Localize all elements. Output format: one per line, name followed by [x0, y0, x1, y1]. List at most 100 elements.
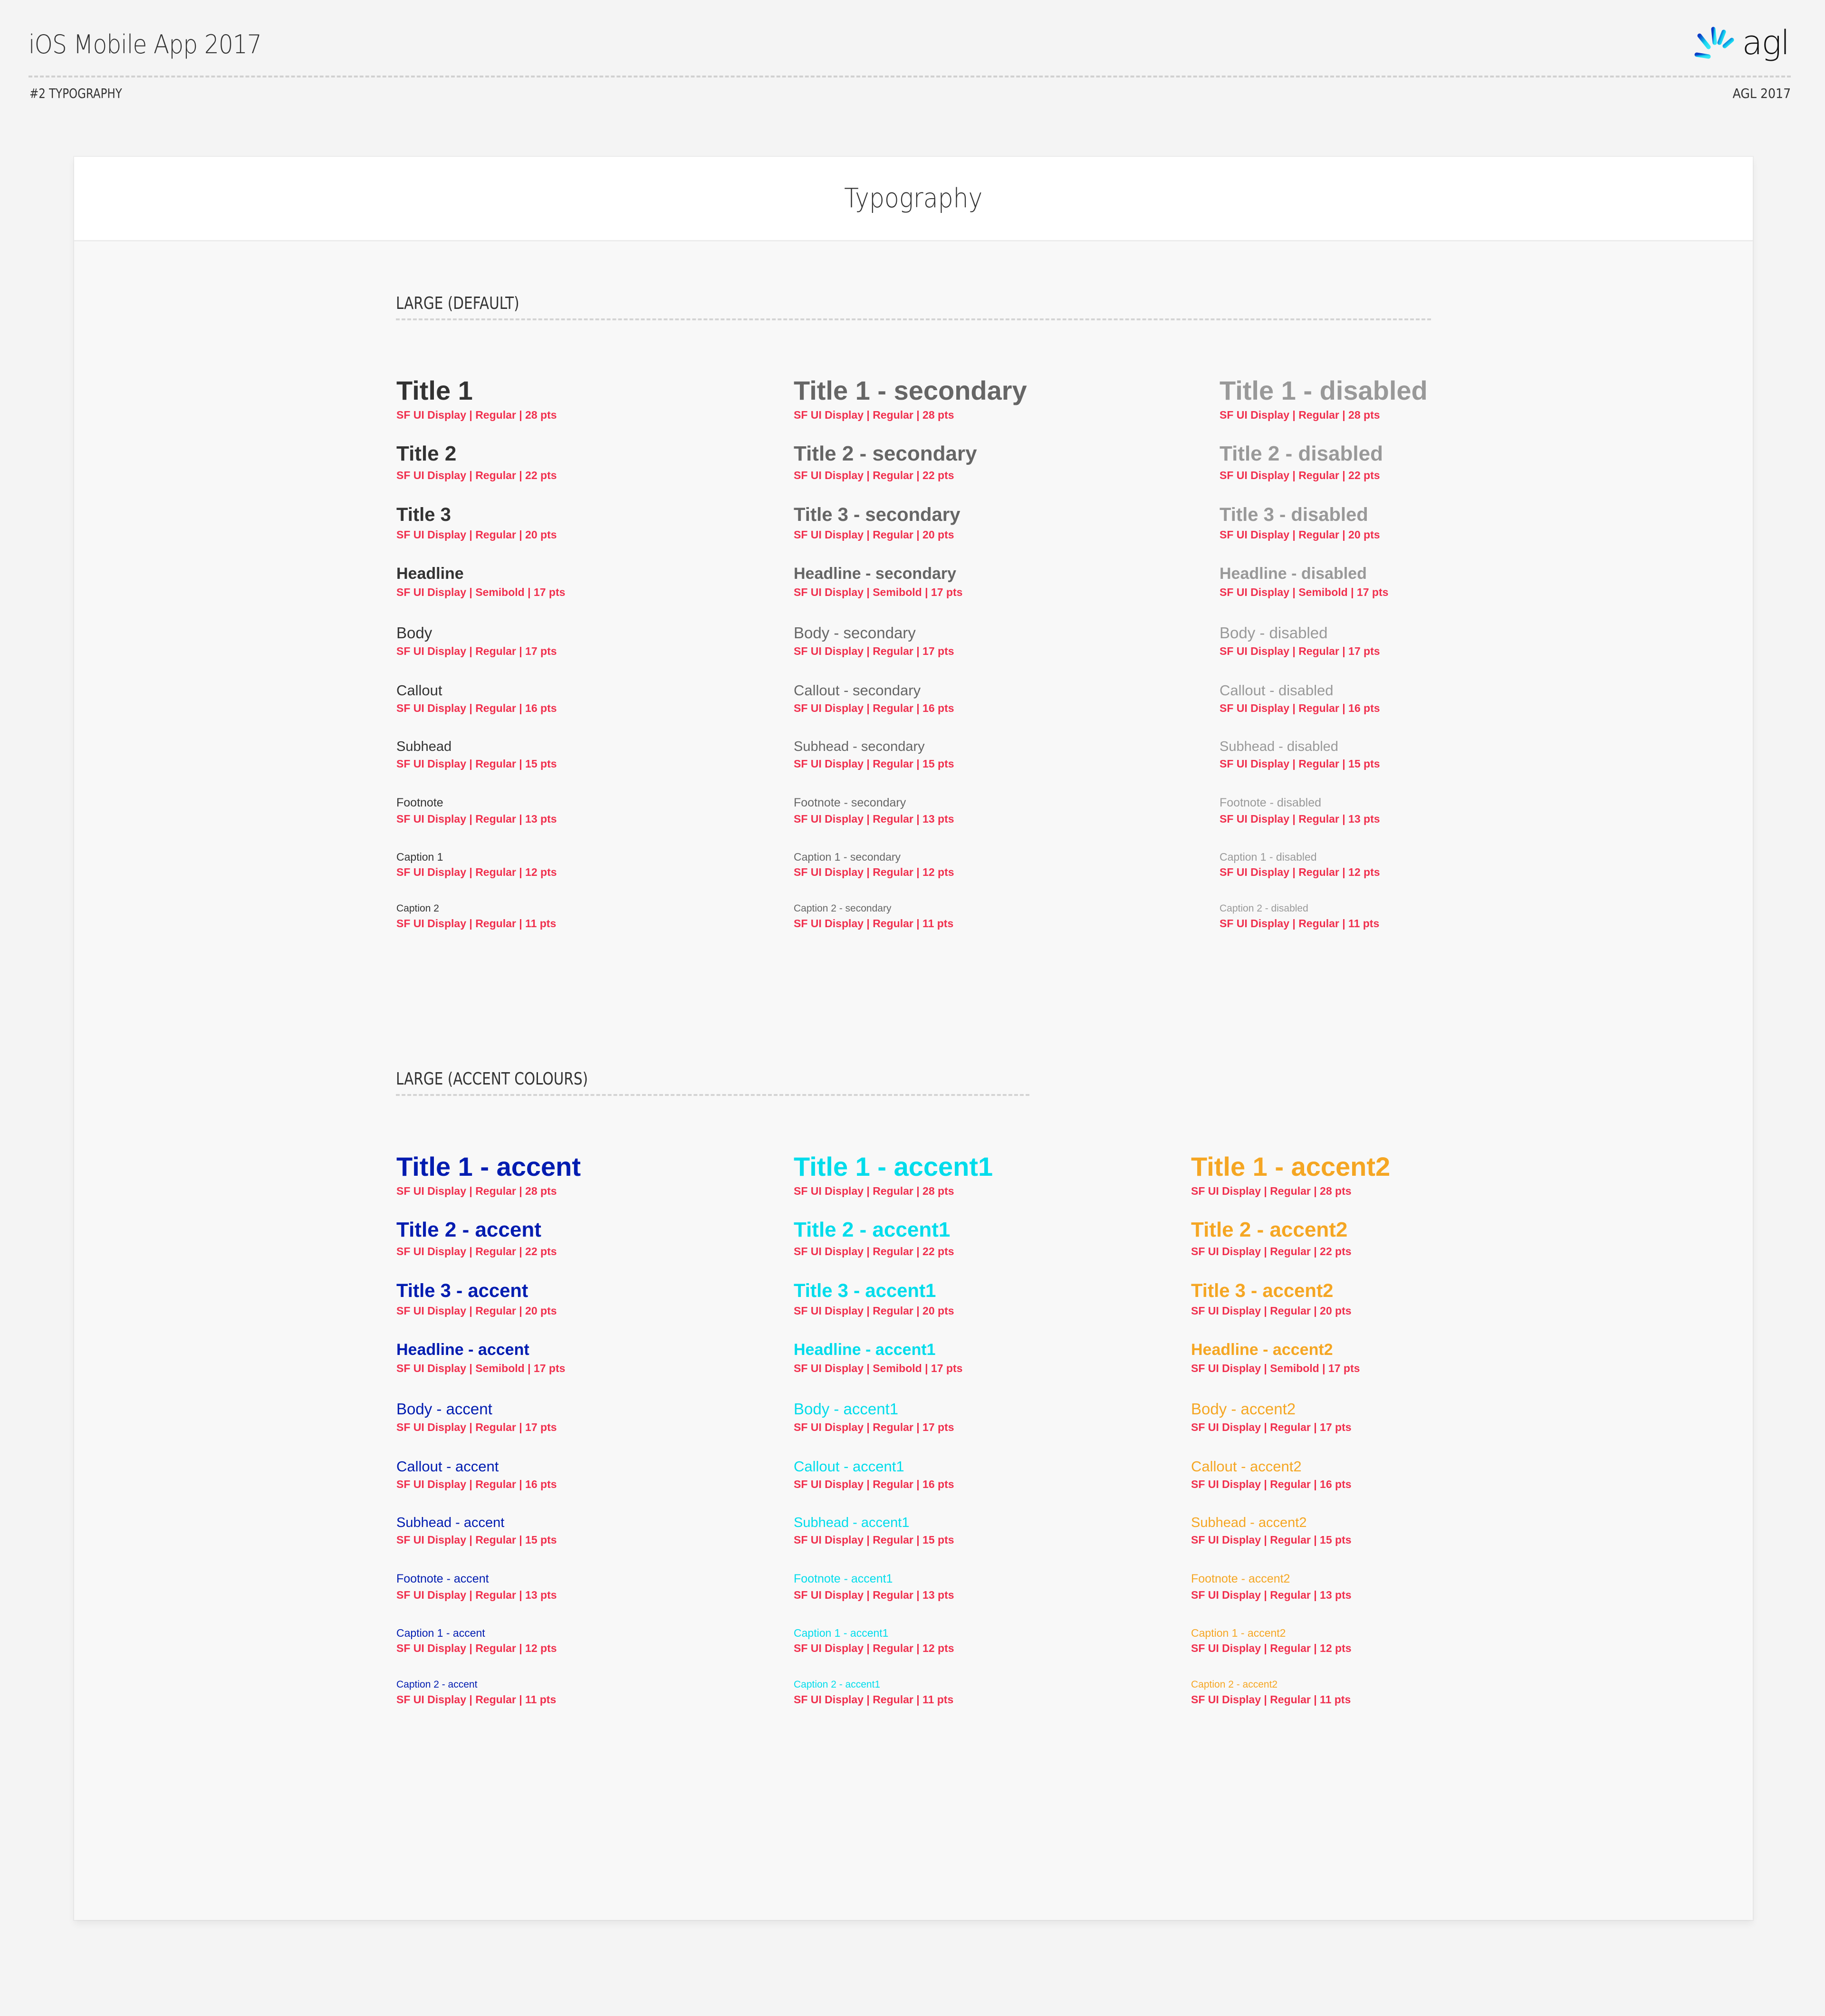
style-spec-label: SF UI Display | Semibold | 17 pts: [794, 586, 963, 599]
style-sample-text: Body: [396, 624, 432, 642]
type-style-accent2-caption2: Caption 2 - accent2 SF UI Display | Regul…: [1191, 1679, 1351, 1706]
style-sample-text: Headline - accent1: [794, 1341, 936, 1359]
style-sample-text: Callout - accent1: [794, 1458, 904, 1475]
style-spec-label: SF UI Display | Regular | 12 pts: [1220, 866, 1380, 879]
type-style-accent1-callout: Callout - accent1 SF UI Display | Regular…: [794, 1458, 954, 1490]
style-sample-text: Callout - disabled: [1220, 682, 1334, 699]
style-spec-label: SF UI Display | Regular | 13 pts: [396, 1588, 557, 1601]
style-spec-label: SF UI Display | Regular | 16 pts: [396, 701, 557, 714]
style-sample-text: Body - accent2: [1191, 1400, 1296, 1418]
header-divider: [29, 76, 1791, 77]
style-spec-label: SF UI Display | Regular | 12 pts: [396, 1642, 557, 1655]
document-title: iOS Mobile App 2017: [29, 29, 262, 59]
style-spec-label: SF UI Display | Regular | 28 pts: [1191, 1185, 1352, 1198]
style-spec-label: SF UI Display | Regular | 15 pts: [794, 758, 954, 770]
style-spec-label: SF UI Display | Regular | 16 pts: [396, 1478, 557, 1490]
type-style-accent1-footnote: Footnote - accent1 SF UI Display | Regula…: [794, 1572, 954, 1601]
style-spec-label: SF UI Display | Semibold | 17 pts: [396, 1362, 566, 1375]
style-sample-text: Caption 1: [396, 851, 443, 863]
style-sample-text: Title 2 - accent: [396, 1218, 541, 1241]
style-spec-label: SF UI Display | Regular | 11 pts: [1191, 1693, 1351, 1706]
style-sample-text: Callout - accent: [396, 1458, 499, 1475]
style-spec-label: SF UI Display | Regular | 17 pts: [1220, 644, 1380, 657]
type-style-accent1-headline: Headline - accent1 SF UI Display | Semibo…: [794, 1341, 962, 1375]
type-style-secondary-caption1: Caption 1 - secondary SF UI Display | Reg…: [794, 851, 954, 879]
type-style-secondary-headline: Headline - secondary SF UI Display | Semi…: [794, 565, 962, 599]
type-style-primary-callout: Callout SF UI Display | Regular | 16 pts: [396, 682, 557, 714]
style-spec-label: SF UI Display | Semibold | 17 pts: [1191, 1362, 1360, 1375]
type-style-accent1-subhead: Subhead - accent1 SF UI Display | Regular…: [794, 1515, 954, 1546]
style-spec-label: SF UI Display | Regular | 13 pts: [396, 812, 557, 825]
type-style-primary-headline: Headline SF UI Display | Semibold | 17 pt…: [396, 565, 565, 599]
style-sample-text: Title 3 - accent2: [1191, 1280, 1334, 1301]
type-style-primary-title2: Title 2 SF UI Display | Regular | 22 pts: [396, 442, 557, 481]
type-style-accent2-callout: Callout - accent2 SF UI Display | Regular…: [1191, 1458, 1352, 1490]
style-sample-text: Subhead - secondary: [794, 739, 925, 754]
style-sample-text: Caption 2 - accent2: [1191, 1679, 1278, 1690]
style-spec-label: SF UI Display | Regular | 28 pts: [396, 409, 557, 422]
style-sample-text: Subhead - accent: [396, 1515, 505, 1530]
style-spec-label: SF UI Display | Regular | 20 pts: [1220, 528, 1380, 541]
style-sample-text: Title 3: [396, 504, 451, 525]
type-style-primary-caption2: Caption 2 SF UI Display | Regular | 11 pt…: [396, 903, 556, 930]
section-divider-default: [396, 318, 1431, 320]
style-sample-text: Title 3 - accent1: [794, 1280, 936, 1301]
type-style-accent-footnote: Footnote - accent SF UI Display | Regular…: [396, 1572, 557, 1601]
type-style-disabled-title1: Title 1 - disabled SF UI Display | Regula…: [1220, 375, 1428, 422]
style-sample-text: Caption 1 - secondary: [794, 851, 901, 863]
style-sample-text: Subhead: [396, 739, 452, 754]
style-sample-text: Callout: [396, 682, 442, 699]
type-style-disabled-caption2: Caption 2 - disabled SF UI Display | Regu…: [1220, 903, 1379, 930]
style-spec-label: SF UI Display | Regular | 20 pts: [396, 1305, 557, 1317]
style-spec-label: SF UI Display | Regular | 28 pts: [396, 1185, 557, 1198]
agl-logo: agl: [1693, 26, 1790, 59]
style-sample-text: Headline - accent: [396, 1341, 529, 1359]
style-sample-text: Headline: [396, 565, 464, 583]
style-sample-text: Subhead - disabled: [1220, 739, 1338, 754]
style-spec-label: SF UI Display | Regular | 11 pts: [1220, 917, 1380, 930]
type-style-secondary-title2: Title 2 - secondary SF UI Display | Regul…: [794, 442, 977, 481]
style-spec-label: SF UI Display | Regular | 13 pts: [1220, 812, 1380, 825]
style-spec-label: SF UI Display | Regular | 16 pts: [1191, 1478, 1352, 1490]
style-sample-text: Title 1 - accent2: [1191, 1152, 1391, 1181]
style-sample-text: Caption 2 - disabled: [1220, 903, 1308, 914]
style-spec-label: SF UI Display | Regular | 28 pts: [794, 1185, 954, 1198]
type-style-accent2-title2: Title 2 - accent2 SF UI Display | Regular…: [1191, 1218, 1352, 1258]
style-spec-label: SF UI Display | Semibold | 17 pts: [396, 586, 566, 599]
type-style-disabled-body: Body - disabled SF UI Display | Regular |…: [1220, 624, 1380, 657]
style-sample-text: Caption 1 - disabled: [1220, 851, 1317, 863]
style-spec-label: SF UI Display | Regular | 11 pts: [396, 917, 557, 930]
style-spec-label: SF UI Display | Regular | 13 pts: [1191, 1588, 1352, 1601]
type-style-accent2-body: Body - accent2 SF UI Display | Regular | …: [1191, 1400, 1352, 1433]
type-style-accent-title2: Title 2 - accent SF UI Display | Regular …: [396, 1218, 557, 1258]
type-style-disabled-footnote: Footnote - disabled SF UI Display | Regul…: [1220, 796, 1380, 825]
style-spec-label: SF UI Display | Regular | 22 pts: [794, 469, 954, 481]
style-sample-text: Caption 2 - accent1: [794, 1679, 881, 1690]
type-style-secondary-caption2: Caption 2 - secondary SF UI Display | Reg…: [794, 903, 953, 930]
style-spec-label: SF UI Display | Regular | 13 pts: [794, 812, 954, 825]
card-title: Typography: [844, 183, 983, 214]
style-sample-text: Caption 1 - accent1: [794, 1627, 889, 1639]
type-style-accent2-title1: Title 1 - accent2 SF UI Display | Regular…: [1191, 1152, 1390, 1198]
style-spec-label: SF UI Display | Regular | 17 pts: [396, 1421, 557, 1433]
style-spec-label: SF UI Display | Regular | 15 pts: [1191, 1534, 1352, 1546]
style-sample-text: Caption 2 - accent: [396, 1679, 478, 1690]
type-style-secondary-footnote: Footnote - secondary SF UI Display | Regu…: [794, 796, 954, 825]
style-spec-label: SF UI Display | Regular | 20 pts: [1191, 1305, 1352, 1317]
style-sample-text: Caption 2: [396, 903, 439, 914]
type-style-accent2-subhead: Subhead - accent2 SF UI Display | Regular…: [1191, 1515, 1352, 1546]
type-style-accent-body: Body - accent SF UI Display | Regular | 1…: [396, 1400, 557, 1433]
style-sample-text: Headline - secondary: [794, 565, 957, 583]
style-spec-label: SF UI Display | Regular | 20 pts: [396, 528, 557, 541]
style-spec-label: SF UI Display | Regular | 22 pts: [794, 1245, 954, 1258]
style-spec-label: SF UI Display | Regular | 17 pts: [1191, 1421, 1352, 1433]
style-sample-text: Caption 1 - accent2: [1191, 1627, 1286, 1639]
style-sample-text: Title 3 - disabled: [1220, 504, 1368, 525]
style-sample-text: Title 3 - accent: [396, 1280, 528, 1301]
type-style-primary-body: Body SF UI Display | Regular | 17 pts: [396, 624, 557, 657]
style-spec-label: SF UI Display | Regular | 12 pts: [794, 866, 954, 879]
type-style-secondary-title3: Title 3 - secondary SF UI Display | Regul…: [794, 504, 961, 541]
section-divider-accent: [396, 1094, 1029, 1096]
type-style-disabled-headline: Headline - disabled SF UI Display | Semib…: [1220, 565, 1388, 599]
style-spec-label: SF UI Display | Regular | 17 pts: [794, 1421, 954, 1433]
